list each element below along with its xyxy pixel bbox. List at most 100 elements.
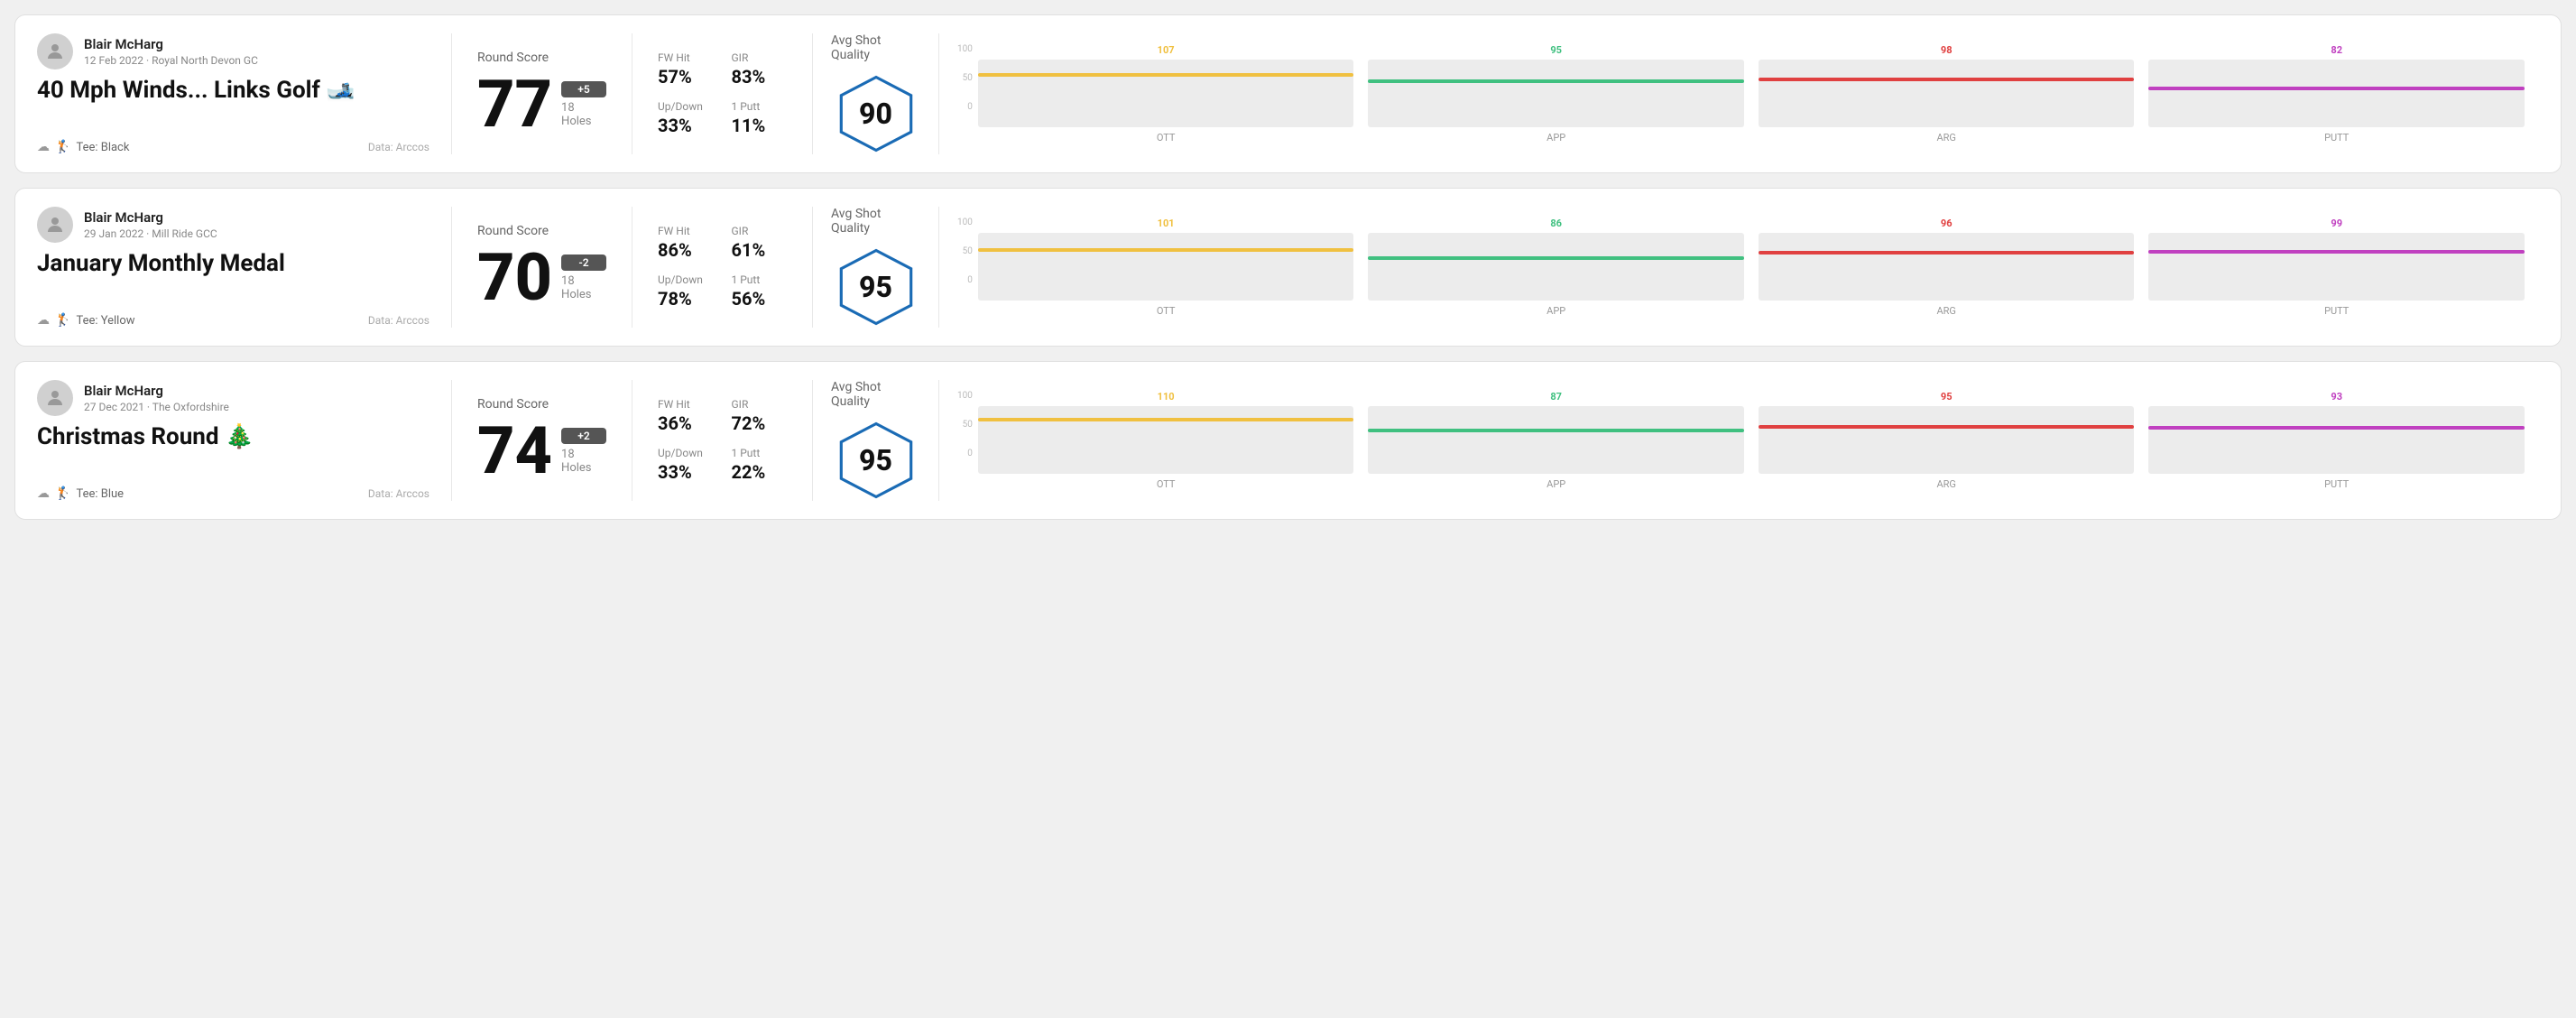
chart-value: 95 bbox=[1550, 44, 1562, 56]
chart-value: 99 bbox=[2331, 217, 2342, 229]
y-label-50: 50 bbox=[957, 246, 973, 256]
fw-hit-value: 57% bbox=[658, 66, 714, 88]
tee-label: Tee: Black bbox=[76, 141, 129, 154]
stat-oneputt: 1 Putt 22% bbox=[732, 447, 788, 483]
card-left: Blair McHarg 27 Dec 2021 · The Oxfordshi… bbox=[37, 380, 452, 501]
bar-wrapper bbox=[1759, 406, 2135, 474]
score-badge: +2 bbox=[561, 428, 606, 444]
round-title: Christmas Round 🎄 bbox=[37, 423, 429, 451]
chart-value: 107 bbox=[1158, 44, 1175, 56]
cloud-icon: ☁ bbox=[37, 486, 50, 501]
data-source: Data: Arccos bbox=[368, 141, 429, 153]
bar-line bbox=[1368, 429, 1744, 432]
card-chart: 100 50 0 107 OTT 95 APP 98 bbox=[939, 33, 2539, 154]
oneputt-label: 1 Putt bbox=[732, 273, 788, 286]
chart-value: 93 bbox=[2331, 391, 2342, 403]
card-stats: FW Hit 86% GIR 61% Up/Down 78% 1 Putt 56… bbox=[632, 207, 813, 328]
card-stats: FW Hit 57% GIR 83% Up/Down 33% 1 Putt 11… bbox=[632, 33, 813, 154]
user-details: Blair McHarg 29 Jan 2022 · Mill Ride GCC bbox=[84, 209, 217, 240]
avatar bbox=[37, 380, 73, 416]
chart-x-label: ARG bbox=[1936, 478, 1955, 490]
chart-wrapper: 100 50 0 107 OTT 95 APP 98 bbox=[957, 44, 2525, 143]
stat-gir: GIR 61% bbox=[732, 225, 788, 261]
fw-hit-value: 86% bbox=[658, 239, 714, 261]
stats-grid: FW Hit 36% GIR 72% Up/Down 33% 1 Putt 22… bbox=[658, 398, 787, 483]
y-label-0: 0 bbox=[957, 102, 973, 112]
stats-grid: FW Hit 57% GIR 83% Up/Down 33% 1 Putt 11… bbox=[658, 51, 787, 136]
chart-value: 101 bbox=[1158, 217, 1175, 229]
quality-score: 95 bbox=[859, 270, 892, 304]
stat-fw-hit: FW Hit 86% bbox=[658, 225, 714, 261]
bar-line bbox=[2148, 87, 2525, 90]
score-badge: +5 bbox=[561, 81, 606, 97]
bar-wrapper bbox=[1759, 233, 2135, 301]
cloud-icon: ☁ bbox=[37, 313, 50, 328]
fw-hit-label: FW Hit bbox=[658, 398, 714, 411]
user-details: Blair McHarg 12 Feb 2022 · Royal North D… bbox=[84, 36, 258, 67]
updown-label: Up/Down bbox=[658, 100, 714, 113]
chart-column: 93 PUTT bbox=[2148, 391, 2525, 490]
bar-background bbox=[1368, 233, 1744, 301]
stat-gir: GIR 72% bbox=[732, 398, 788, 434]
y-label-50: 50 bbox=[957, 420, 973, 430]
chart-x-label: ARG bbox=[1936, 305, 1955, 317]
hexagon-container: 95 bbox=[836, 246, 917, 328]
chart-column: 110 OTT bbox=[978, 391, 1354, 490]
card-left: Blair McHarg 12 Feb 2022 · Royal North D… bbox=[37, 33, 452, 154]
quality-score: 95 bbox=[859, 443, 892, 477]
score-number: 74 bbox=[477, 419, 552, 484]
bar-line bbox=[1759, 78, 2135, 81]
chart-x-label: APP bbox=[1547, 305, 1565, 317]
bar-background bbox=[1368, 406, 1744, 474]
avatar bbox=[37, 207, 73, 243]
gir-label: GIR bbox=[732, 225, 788, 237]
score-badge: -2 bbox=[561, 255, 606, 271]
user-icon bbox=[44, 214, 66, 236]
chart-column: 98 ARG bbox=[1759, 44, 2135, 143]
bar-background bbox=[2148, 406, 2525, 474]
date-course: 27 Dec 2021 · The Oxfordshire bbox=[84, 401, 229, 413]
chart-columns: 107 OTT 95 APP 98 ARG 82 bbox=[978, 44, 2525, 143]
chart-x-label: ARG bbox=[1936, 132, 1955, 143]
fw-hit-label: FW Hit bbox=[658, 225, 714, 237]
bar-background bbox=[1759, 60, 2135, 127]
gir-label: GIR bbox=[732, 398, 788, 411]
stat-fw-hit: FW Hit 36% bbox=[658, 398, 714, 434]
card-stats: FW Hit 36% GIR 72% Up/Down 33% 1 Putt 22… bbox=[632, 380, 813, 501]
stat-gir: GIR 83% bbox=[732, 51, 788, 88]
hexagon-container: 90 bbox=[836, 73, 917, 154]
bar-wrapper bbox=[1368, 233, 1744, 301]
chart-column: 82 PUTT bbox=[2148, 44, 2525, 143]
card-quality: Avg Shot Quality 95 bbox=[813, 207, 939, 328]
bar-line bbox=[1368, 79, 1744, 83]
score-label: Round Score bbox=[477, 397, 606, 412]
chart-value: 95 bbox=[1941, 391, 1953, 403]
card-quality: Avg Shot Quality 95 bbox=[813, 380, 939, 501]
fw-hit-value: 36% bbox=[658, 412, 714, 434]
updown-value: 33% bbox=[658, 461, 714, 483]
bar-line bbox=[1759, 251, 2135, 255]
score-holes: 18 Holes bbox=[561, 448, 606, 475]
score-details: +2 18 Holes bbox=[561, 428, 606, 475]
bar-background bbox=[978, 60, 1354, 127]
chart-x-label: PUTT bbox=[2324, 305, 2349, 317]
bar-wrapper bbox=[2148, 406, 2525, 474]
stat-oneputt: 1 Putt 56% bbox=[732, 273, 788, 310]
user-icon bbox=[44, 41, 66, 62]
bar-background bbox=[1759, 406, 2135, 474]
bar-wrapper bbox=[978, 60, 1354, 127]
chart-x-label: OTT bbox=[1157, 305, 1176, 317]
bar-wrapper bbox=[978, 406, 1354, 474]
chart-y-axis: 100 50 0 bbox=[957, 217, 978, 285]
tee-info: ☁ 🏌 Tee: Black bbox=[37, 140, 129, 154]
card-chart: 100 50 0 101 OTT 86 APP 96 bbox=[939, 207, 2539, 328]
bar-line bbox=[1759, 425, 2135, 429]
user-name: Blair McHarg bbox=[84, 209, 217, 226]
data-source: Data: Arccos bbox=[368, 487, 429, 500]
user-icon bbox=[44, 387, 66, 409]
card-chart: 100 50 0 110 OTT 87 APP 95 bbox=[939, 380, 2539, 501]
chart-y-axis: 100 50 0 bbox=[957, 391, 978, 458]
score-row: 70 -2 18 Holes bbox=[477, 245, 606, 310]
chart-columns: 110 OTT 87 APP 95 ARG 93 bbox=[978, 391, 2525, 490]
oneputt-value: 11% bbox=[732, 115, 788, 136]
